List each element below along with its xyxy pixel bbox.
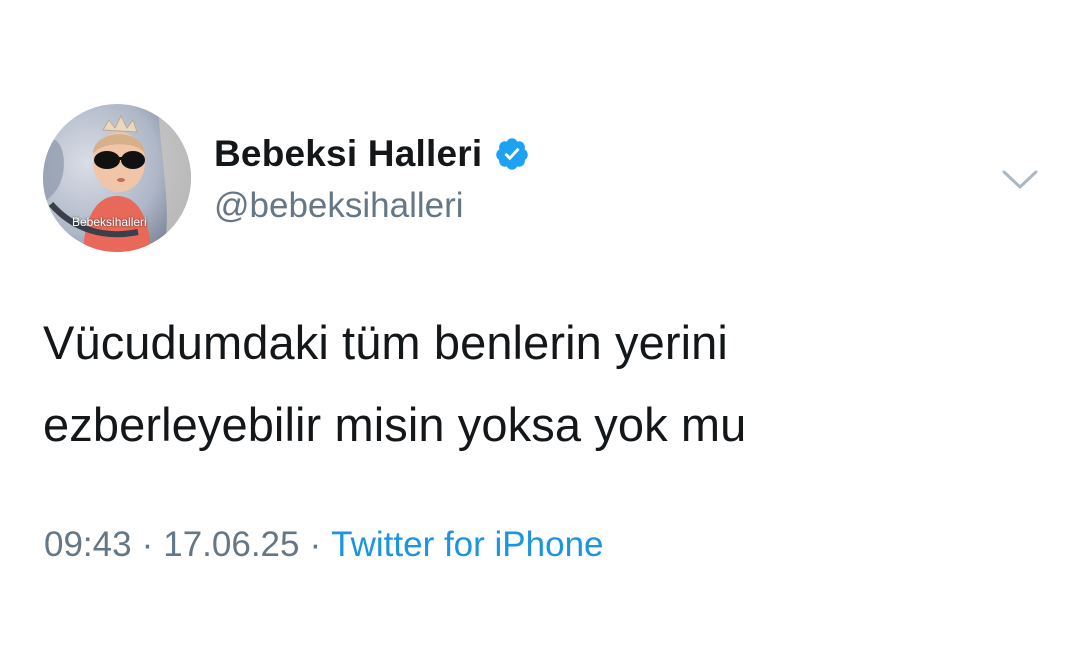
verified-badge-icon	[494, 136, 530, 172]
tweet-source-link[interactable]: Twitter for iPhone	[331, 525, 603, 564]
tweet-text: Vücudumdaki tüm benlerin yerini ezberley…	[43, 302, 1023, 466]
avatar-watermark: Bebeksihalleri	[72, 215, 147, 229]
avatar[interactable]: Bebeksihalleri	[43, 104, 191, 252]
tweet-text-line-2: ezberleyebilir misin yoksa yok mu	[43, 398, 747, 451]
tweet-text-line-1: Vücudumdaki tüm benlerin yerini	[43, 316, 728, 369]
meta-separator: ·	[309, 525, 322, 564]
tweet-card: Bebeksihalleri Bebeksi Halleri @bebeksih…	[0, 0, 1080, 668]
tweet-meta: 09:43 · 17.06.25 · Twitter for iPhone	[44, 525, 604, 565]
meta-separator: ·	[141, 525, 154, 564]
tweet-date[interactable]: 17.06.25	[163, 525, 299, 564]
chevron-down-icon[interactable]	[998, 163, 1042, 195]
tweet-time[interactable]: 09:43	[44, 525, 132, 564]
username[interactable]: @bebeksihalleri	[214, 186, 464, 226]
avatar-image	[43, 104, 191, 252]
display-name: Bebeksi Halleri	[214, 133, 483, 174]
display-name-row[interactable]: Bebeksi Halleri	[214, 131, 530, 177]
